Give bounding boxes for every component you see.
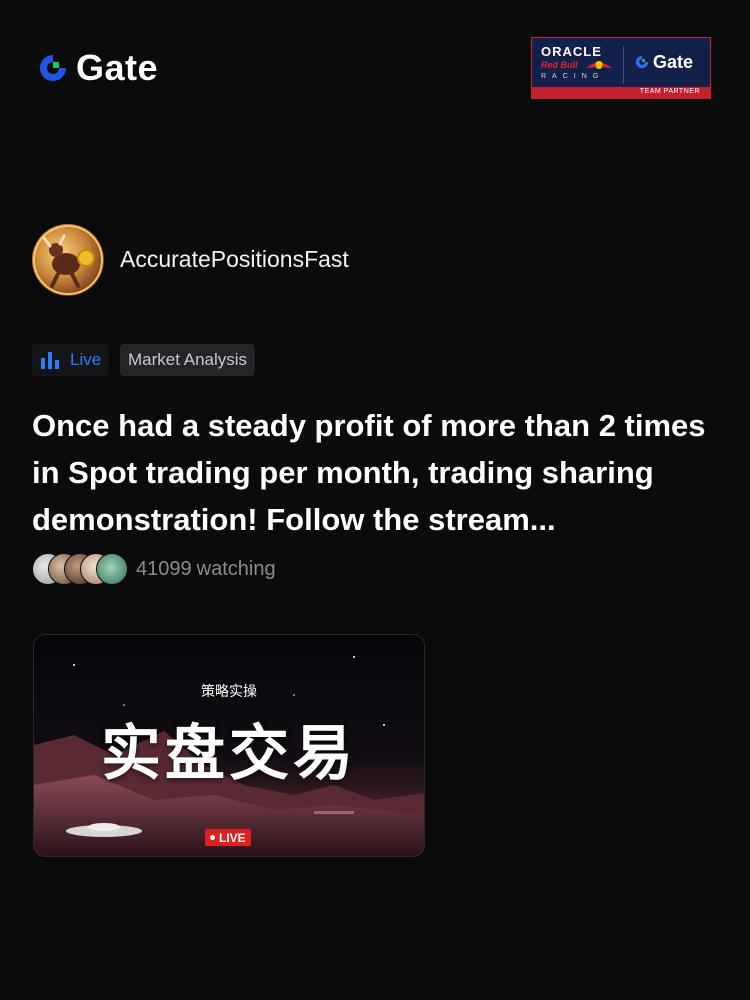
streamer-name[interactable]: AccuratePositionsFast (120, 246, 349, 273)
gate-logo-text: Gate (76, 47, 159, 88)
gate-logo-icon (40, 55, 66, 81)
viewer-avatars (32, 553, 130, 585)
partner-gate-text: Gate (653, 52, 694, 72)
gate-logo[interactable]: Gate (36, 50, 158, 86)
gate-logo-icon (635, 55, 649, 69)
category-tag[interactable]: Market Analysis (120, 344, 256, 376)
thumbnail-subtitle: 策略实操 (201, 683, 257, 699)
partner-footer-bar: TEAM PARTNER (532, 87, 710, 98)
stream-thumbnail[interactable]: 策略实操 实盘交易 LIVE (33, 634, 425, 857)
partner-gate-logo: Gate (634, 53, 693, 71)
live-badge: LIVE (205, 829, 251, 846)
live-tag-label: Live (70, 350, 102, 369)
partner-racing-text: RACING (541, 73, 605, 80)
team-partner-banner[interactable]: ORACLE Red Bull RACING Gate TEAM PARTNER (531, 37, 711, 99)
viewer-avatar (96, 553, 128, 585)
stream-title[interactable]: Once had a steady profit of more than 2 … (32, 402, 732, 543)
partner-divider (623, 46, 624, 84)
live-badge-label: LIVE (219, 830, 246, 845)
partner-redbull-text: Red Bull (541, 60, 578, 70)
redbull-bulls-icon (586, 61, 612, 69)
live-dot-icon (210, 835, 215, 840)
viewer-count: 41099 watching (136, 558, 276, 581)
partner-footer-text: TEAM PARTNER (639, 88, 700, 95)
viewer-count-number: 41099 (136, 558, 192, 580)
avatar[interactable] (32, 224, 104, 296)
live-tag: Live (32, 344, 110, 376)
viewer-count-label: watching (196, 558, 276, 580)
bull-avatar-icon (33, 225, 103, 295)
partner-oracle-text: ORACLE (541, 44, 602, 59)
bar-chart-icon (41, 352, 59, 369)
category-tag-label: Market Analysis (128, 350, 248, 369)
thumbnail-headline: 实盘交易 (101, 720, 357, 787)
